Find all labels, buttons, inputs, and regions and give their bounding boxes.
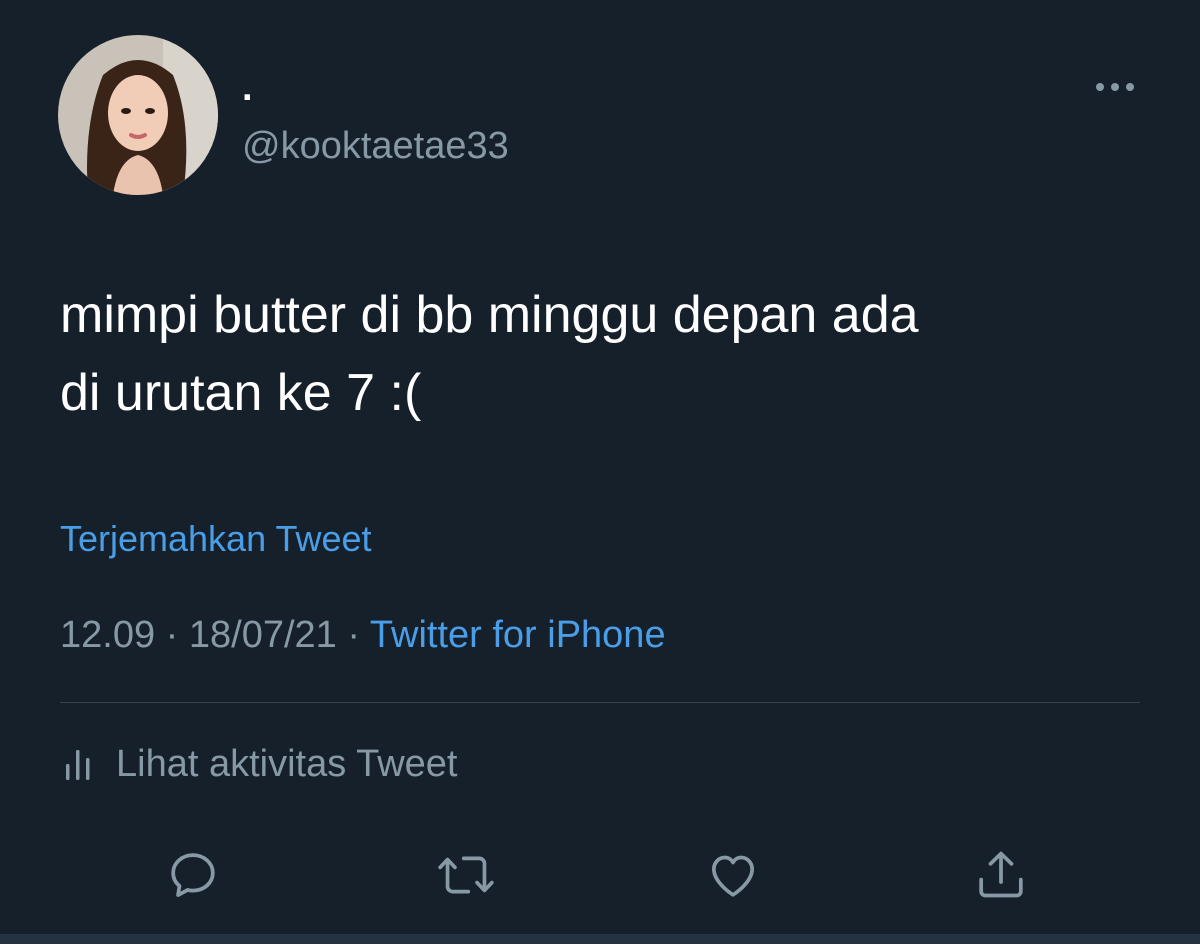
reply-icon bbox=[171, 853, 215, 897]
divider bbox=[60, 702, 1140, 703]
share-button[interactable] bbox=[966, 840, 1036, 910]
retweet-button[interactable] bbox=[431, 840, 501, 910]
more-icon bbox=[1096, 83, 1134, 91]
analytics-icon bbox=[66, 750, 90, 780]
bottom-divider bbox=[0, 934, 1200, 944]
tweet-actions-bar bbox=[0, 840, 1200, 910]
meta-separator: · bbox=[347, 614, 361, 656]
username-handle[interactable]: @kooktaetae33 bbox=[242, 124, 509, 168]
view-tweet-activity-button[interactable]: Lihat aktivitas Tweet bbox=[64, 740, 457, 788]
retweet-icon bbox=[438, 856, 494, 894]
tweet-time: 12.09 bbox=[60, 614, 156, 656]
avatar[interactable] bbox=[58, 35, 218, 195]
like-button[interactable] bbox=[698, 840, 768, 910]
tweet-source-link[interactable]: Twitter for iPhone bbox=[370, 614, 666, 656]
tweet-text: mimpi butter di bb minggu depan ada di u… bbox=[60, 276, 1150, 432]
share-icon bbox=[979, 851, 1023, 898]
like-icon bbox=[712, 855, 754, 897]
view-tweet-activity-label: Lihat aktivitas Tweet bbox=[116, 743, 458, 785]
more-options-button[interactable] bbox=[1090, 74, 1140, 100]
reply-button[interactable] bbox=[158, 840, 228, 910]
tweet-detail: . @kooktaetae33 mimpi butter di bb mingg… bbox=[0, 0, 1200, 944]
meta-separator: · bbox=[165, 614, 179, 656]
tweet-metadata: 12.09 · 18/07/21 · Twitter for iPhone bbox=[60, 613, 666, 657]
tweet-date: 18/07/21 bbox=[188, 614, 337, 656]
display-name[interactable]: . bbox=[242, 66, 253, 110]
avatar-image bbox=[58, 35, 218, 195]
translate-tweet-link[interactable]: Terjemahkan Tweet bbox=[60, 518, 372, 560]
tweet-text-line: di urutan ke 7 :( bbox=[60, 364, 422, 422]
tweet-text-line: mimpi butter di bb minggu depan ada bbox=[60, 286, 919, 344]
